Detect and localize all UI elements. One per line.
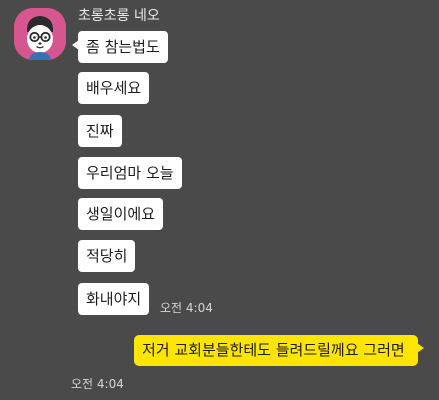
sent-message-bubble[interactable]: 저거 교회분들한테도 들려드릴께요 그러면: [134, 335, 424, 366]
message-bubble[interactable]: 화내야지: [78, 283, 150, 315]
sender-name: 초롱초롱 네오: [78, 8, 160, 24]
message-bubble[interactable]: 좀 참는법도: [72, 31, 168, 63]
sent-message-time: 오전 4:04: [71, 377, 124, 391]
message-bubble[interactable]: 적당히: [78, 240, 136, 272]
message-bubble[interactable]: 생일이에요: [78, 198, 164, 230]
neo-character-avatar-icon: [14, 8, 66, 60]
message-bubble[interactable]: 배우세요: [78, 72, 150, 104]
received-message-time: 오전 4:04: [160, 301, 213, 315]
message-bubble[interactable]: 진짜: [78, 115, 122, 147]
avatar[interactable]: [14, 8, 66, 60]
message-bubble[interactable]: 우리엄마 오늘: [78, 157, 182, 189]
